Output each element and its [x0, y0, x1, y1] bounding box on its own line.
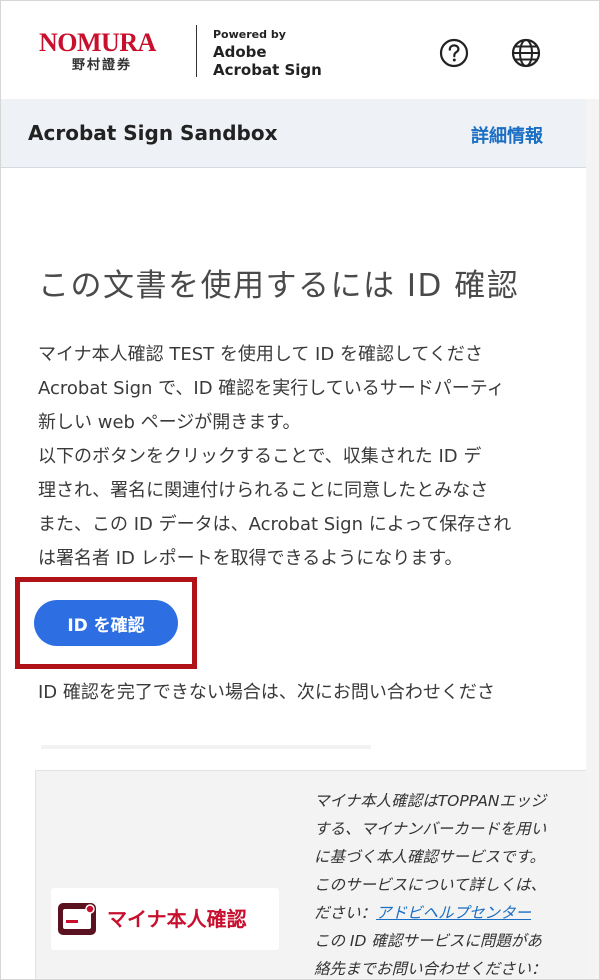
adobe-help-center-link[interactable]: アドビヘルプセンター — [376, 904, 531, 922]
paragraph-line: また、この ID データは、Acrobat Sign によって保存され — [38, 514, 512, 535]
verify-id-button[interactable]: ID を確認 — [34, 600, 178, 646]
description-paragraph: マイナ本人確認 TEST を使用して ID を確認してくださ Acrobat S… — [38, 338, 586, 576]
paragraph-line: Acrobat Sign で、ID 確認を実行しているサードパーティ — [38, 378, 505, 399]
powered-product-line2: Acrobat Sign — [213, 61, 322, 79]
sandbox-title: Acrobat Sign Sandbox — [28, 121, 278, 145]
help-circle-icon[interactable] — [438, 37, 470, 69]
info-line: 絡先までお問い合わせください： — [314, 960, 547, 978]
info-line: この ID 確認サービスに問題があ — [314, 932, 542, 950]
page-title: この文書を使用するには ID 確認 — [38, 268, 520, 304]
id-card-icon — [58, 903, 96, 935]
right-edge-strip — [586, 99, 599, 979]
brand-subname: 野村證券 — [72, 58, 133, 73]
info-line: する、マイナンバーカードを用い — [314, 820, 547, 838]
powered-by-adobe: Powered by Adobe Acrobat Sign — [213, 27, 322, 79]
page-frame: NOMURA 野村證券 Powered by Adobe Acrobat Sig… — [0, 0, 600, 980]
paragraph-line: 理され、署名に関連付けられることに同意したとみなさ — [38, 480, 489, 501]
powered-by-label: Powered by — [213, 28, 286, 41]
top-header: NOMURA 野村證券 Powered by Adobe Acrobat Sig… — [1, 1, 599, 99]
paragraph-line: 以下のボタンをクリックすることで、収集された ID デ — [38, 446, 482, 467]
globe-icon[interactable] — [510, 37, 542, 69]
info-line-text: ださい： — [314, 904, 377, 922]
details-link[interactable]: 詳細情報 — [471, 122, 543, 148]
paragraph-line: 新しい web ページが開きます。 — [38, 412, 301, 433]
info-line: このサービスについて詳しくは、 — [314, 876, 547, 894]
info-line: に基づく本人確認サービスです。 — [314, 848, 545, 866]
main-content: この文書を使用するには ID 確認 マイナ本人確認 TEST を使用して ID … — [1, 168, 586, 979]
info-line: マイナ本人確認はTOPPANエッジ — [314, 792, 546, 810]
identity-provider-panel: マイナ本人確認 マイナ本人確認はTOPPANエッジ する、マイナンバーカードを用… — [35, 770, 586, 979]
myna-logo-text: マイナ本人確認 — [107, 907, 247, 931]
header-divider — [196, 25, 197, 77]
sandbox-bar: Acrobat Sign Sandbox 詳細情報 — [1, 99, 586, 168]
contact-text: ID 確認を完了できない場合は、次にお問い合わせくださ — [38, 682, 495, 703]
myna-logo-card: マイナ本人確認 — [51, 888, 279, 950]
brand-name: NOMURA — [39, 28, 156, 57]
paragraph-line: マイナ本人確認 TEST を使用して ID を確認してくださ — [38, 344, 483, 365]
nomura-logo: NOMURA 野村證券 — [39, 28, 156, 74]
paragraph-line: は署名者 ID レポートを取得できるようになります。 — [38, 548, 463, 569]
provider-description: マイナ本人確認はTOPPANエッジ する、マイナンバーカードを用い に基づく本人… — [314, 787, 586, 979]
powered-product-line1: Adobe — [213, 43, 267, 61]
faint-divider — [41, 745, 371, 749]
info-line-with-link: ださい：アドビヘルプセンター — [314, 899, 586, 927]
